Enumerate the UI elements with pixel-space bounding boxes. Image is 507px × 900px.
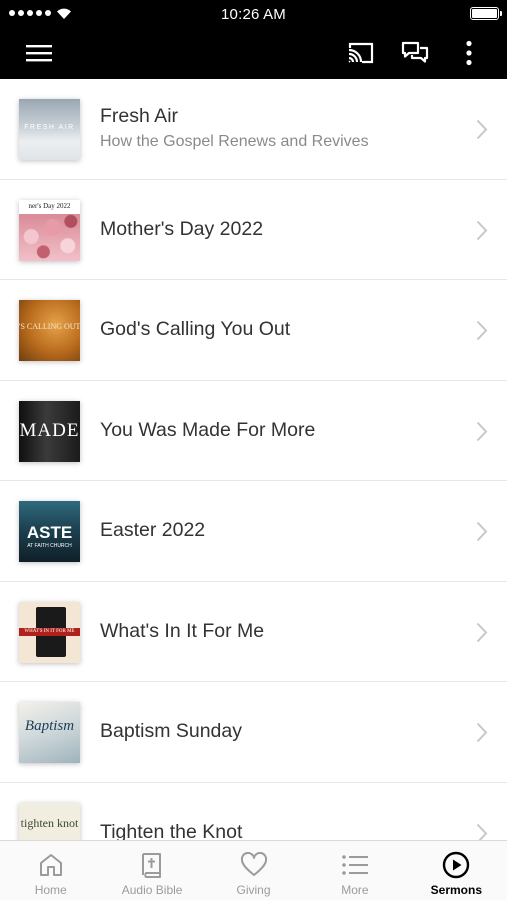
tab-bar: Home Audio Bible Giving More Sermons (0, 840, 507, 900)
tab-label: Audio Bible (121, 883, 183, 897)
sermon-title: Easter 2022 (100, 519, 206, 541)
thumbnail-subtext: AT FAITH CHURCH (27, 543, 72, 549)
sermon-row[interactable]: MADE You Was Made For More (0, 380, 507, 481)
sermon-title: Baptism Sunday (100, 720, 242, 742)
tab-label: Sermons (430, 883, 482, 897)
sermon-title: What's In It For Me (100, 619, 265, 642)
thumbnail-text: MADE (19, 419, 80, 441)
chevron-right-icon (476, 722, 488, 743)
thumbnail-text: ner's Day 2022 (28, 201, 71, 210)
sermon-thumbnail: ASTE AT FAITH CHURCH (19, 501, 80, 562)
sermon-thumbnail: Baptism (19, 702, 80, 763)
list-icon (342, 855, 368, 875)
navigation-bar (0, 28, 507, 79)
bible-icon (142, 853, 162, 878)
sermon-row[interactable]: FRESH AIR Fresh Air How the Gospel Renew… (0, 79, 507, 180)
sermon-row[interactable]: Baptism Baptism Sunday (0, 682, 507, 783)
sermon-subtitle: How the Gospel Renews and Revives (100, 133, 369, 150)
sermon-title: God's Calling You Out (100, 318, 291, 340)
chevron-right-icon (476, 521, 488, 542)
sermon-row[interactable]: tighten knot Tighten the Knot (0, 782, 507, 841)
app-root: 10:26 AM FRESH AIR Fresh Air How the Gos… (0, 0, 507, 900)
battery-icon (470, 7, 502, 20)
tab-giving[interactable]: Giving (203, 841, 304, 900)
sermon-row[interactable]: 'S CALLING OUT God's Calling You Out (0, 280, 507, 381)
sermon-thumbnail: tighten knot (19, 802, 80, 840)
sermon-thumbnail: WHAT'S IN IT FOR ME (19, 601, 80, 663)
cast-button[interactable] (343, 36, 379, 70)
vertical-ellipsis-icon (466, 40, 472, 66)
thumbnail-text: WHAT'S IN IT FOR ME (24, 628, 75, 634)
tab-more[interactable]: More (304, 841, 405, 900)
chat-bubbles-icon (401, 41, 429, 63)
more-options-button[interactable] (451, 36, 487, 70)
sermon-title: Fresh Air (100, 105, 179, 127)
sermon-title: Mother's Day 2022 (100, 217, 264, 240)
sermon-thumbnail: FRESH AIR (19, 99, 80, 160)
sermon-title: You Was Made For More (100, 418, 316, 441)
thumbnail-text: tighten knot (20, 816, 79, 830)
thumbnail-text: FRESH AIR (24, 124, 75, 131)
chevron-right-icon (476, 220, 488, 240)
sermon-list[interactable]: FRESH AIR Fresh Air How the Gospel Renew… (0, 79, 507, 840)
status-time: 10:26 AM (221, 6, 286, 23)
tab-label: Home (34, 883, 67, 897)
chat-button[interactable] (397, 36, 433, 70)
sermon-thumbnail: 'S CALLING OUT (19, 300, 80, 361)
cast-icon (348, 42, 374, 64)
sermon-row[interactable]: ASTE AT FAITH CHURCH Easter 2022 (0, 481, 507, 582)
sermon-thumbnail: ner's Day 2022 (19, 199, 80, 261)
chevron-right-icon (476, 622, 488, 642)
chevron-right-icon (476, 320, 488, 341)
chevron-right-icon (476, 421, 488, 441)
home-icon (39, 854, 62, 876)
header-bar: 10:26 AM (0, 0, 507, 79)
hamburger-menu-icon (26, 45, 52, 62)
thumbnail-text: 'S CALLING OUT (19, 322, 80, 331)
tab-audio-bible[interactable]: Audio Bible (101, 841, 202, 900)
status-bar: 10:26 AM (0, 0, 507, 28)
chevron-right-icon (476, 119, 488, 140)
tab-label: More (341, 883, 369, 897)
tab-label: Giving (236, 883, 271, 897)
sermon-row[interactable]: ner's Day 2022 Mother's Day 2022 (0, 179, 507, 280)
sermon-row[interactable]: WHAT'S IN IT FOR ME What's In It For Me (0, 581, 507, 682)
heart-icon (240, 852, 267, 876)
sermon-thumbnail: MADE (19, 400, 80, 462)
play-circle-icon (443, 851, 470, 879)
tab-sermons[interactable]: Sermons (406, 841, 507, 900)
sermon-title: Tighten the Knot (100, 820, 243, 841)
tab-home[interactable]: Home (0, 841, 101, 900)
chevron-right-icon (476, 823, 488, 840)
thumbnail-text: ASTE (26, 523, 73, 542)
thumbnail-text: Baptism (24, 718, 75, 734)
menu-button[interactable] (21, 36, 57, 70)
